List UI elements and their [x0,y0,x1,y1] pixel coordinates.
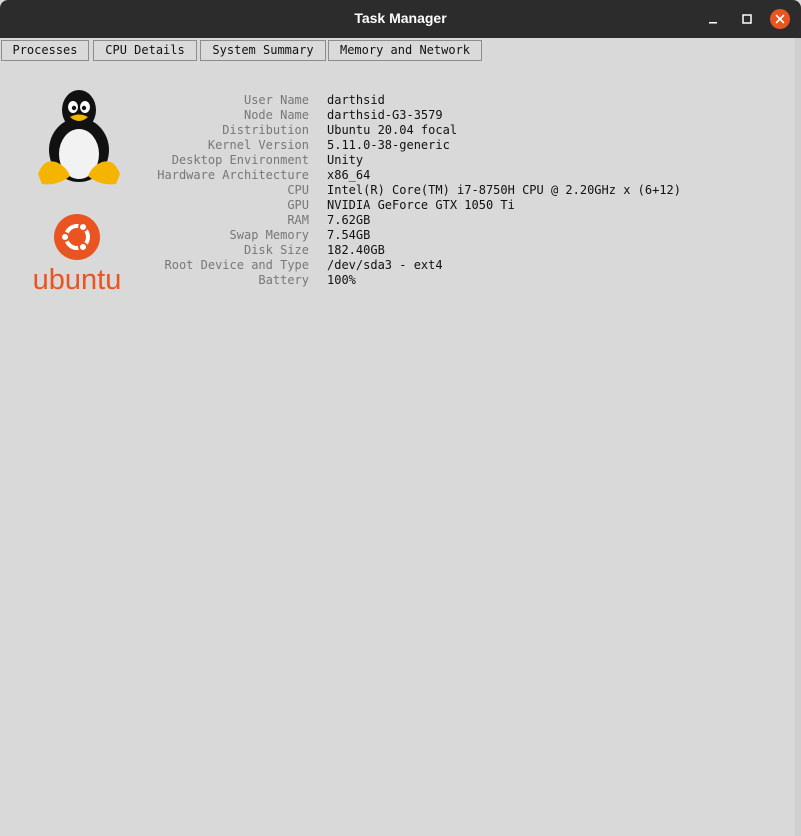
info-value: Ubuntu 20.04 focal [327,123,458,137]
info-value: x86_64 [327,168,371,182]
tux-logo [38,90,120,185]
info-label: Hardware Architecture [157,168,309,182]
tab-system-summary[interactable]: System Summary [200,40,326,61]
info-row-disk-size: Disk Size 182.40GB [140,243,681,258]
info-row-cpu: CPU Intel(R) Core(TM) i7-8750H CPU @ 2.20… [140,183,681,198]
info-row-battery: Battery 100% [140,273,681,288]
info-label: Root Device and Type [164,258,310,272]
info-row-user-name: User Name darthsid [140,93,681,108]
window-title: Task Manager [354,10,447,26]
info-value: NVIDIA GeForce GTX 1050 Ti [327,198,515,212]
window-edge [795,38,801,836]
info-row-ram: RAM 7.62GB [140,213,681,228]
info-value: 100% [327,273,356,287]
ubuntu-logo: ubuntu [33,214,122,294]
info-label: User Name [243,93,309,107]
info-value: darthsid-G3-3579 [327,108,443,122]
minimize-button[interactable] [703,9,723,29]
info-row-root-device: Root Device and Type/dev/sda3 - ext4 [140,258,681,273]
info-row-distribution: Distribution Ubuntu 20.04 focal [140,123,681,138]
info-label: Disk Size [243,243,309,257]
title-bar[interactable]: Task Manager [0,0,801,38]
info-row-kernel-version: Kernel Version 5.11.0-38-generic [140,138,681,153]
info-label: Distribution [222,123,309,137]
tab-cpu-details[interactable]: CPU Details [93,40,197,61]
info-label: CPU [287,183,309,197]
maximize-button[interactable] [737,9,757,29]
tab-processes[interactable]: Processes [1,40,89,61]
info-label: Battery [258,273,309,287]
info-label: GPU [287,198,309,212]
minimize-icon [709,22,717,24]
info-row-swap-memory: Swap Memory 7.54GB [140,228,681,243]
system-summary-panel: User Name darthsid Node Name darthsid-G3-3… [140,93,681,288]
info-label: Node Name [243,108,309,122]
close-button[interactable] [770,9,790,29]
info-value: darthsid [327,93,385,107]
info-value: 7.54GB [327,228,371,242]
info-row-hardware-architecture: Hardware Architecture x86_64 [140,168,681,183]
info-label: Kernel Version [207,138,309,152]
info-value: /dev/sda3 - ext4 [327,258,443,272]
info-label: RAM [287,213,309,227]
info-row-desktop-environment: Desktop Environment Unity [140,153,681,168]
info-value: Intel(R) Core(TM) i7-8750H CPU @ 2.20GHz… [327,183,682,197]
maximize-icon [742,14,752,24]
ubuntu-logo-text: ubuntu [33,264,122,294]
info-row-node-name: Node Name darthsid-G3-3579 [140,108,681,123]
close-icon [775,14,785,24]
info-value: 182.40GB [327,243,385,257]
info-value: 5.11.0-38-generic [327,138,450,152]
info-label: Swap Memory [229,228,309,242]
info-label: Desktop Environment [171,153,309,167]
tab-memory-and-network[interactable]: Memory and Network [328,40,482,61]
info-row-gpu: GPU NVIDIA GeForce GTX 1050 Ti [140,198,681,213]
info-value: 7.62GB [327,213,371,227]
info-value: Unity [327,153,364,167]
